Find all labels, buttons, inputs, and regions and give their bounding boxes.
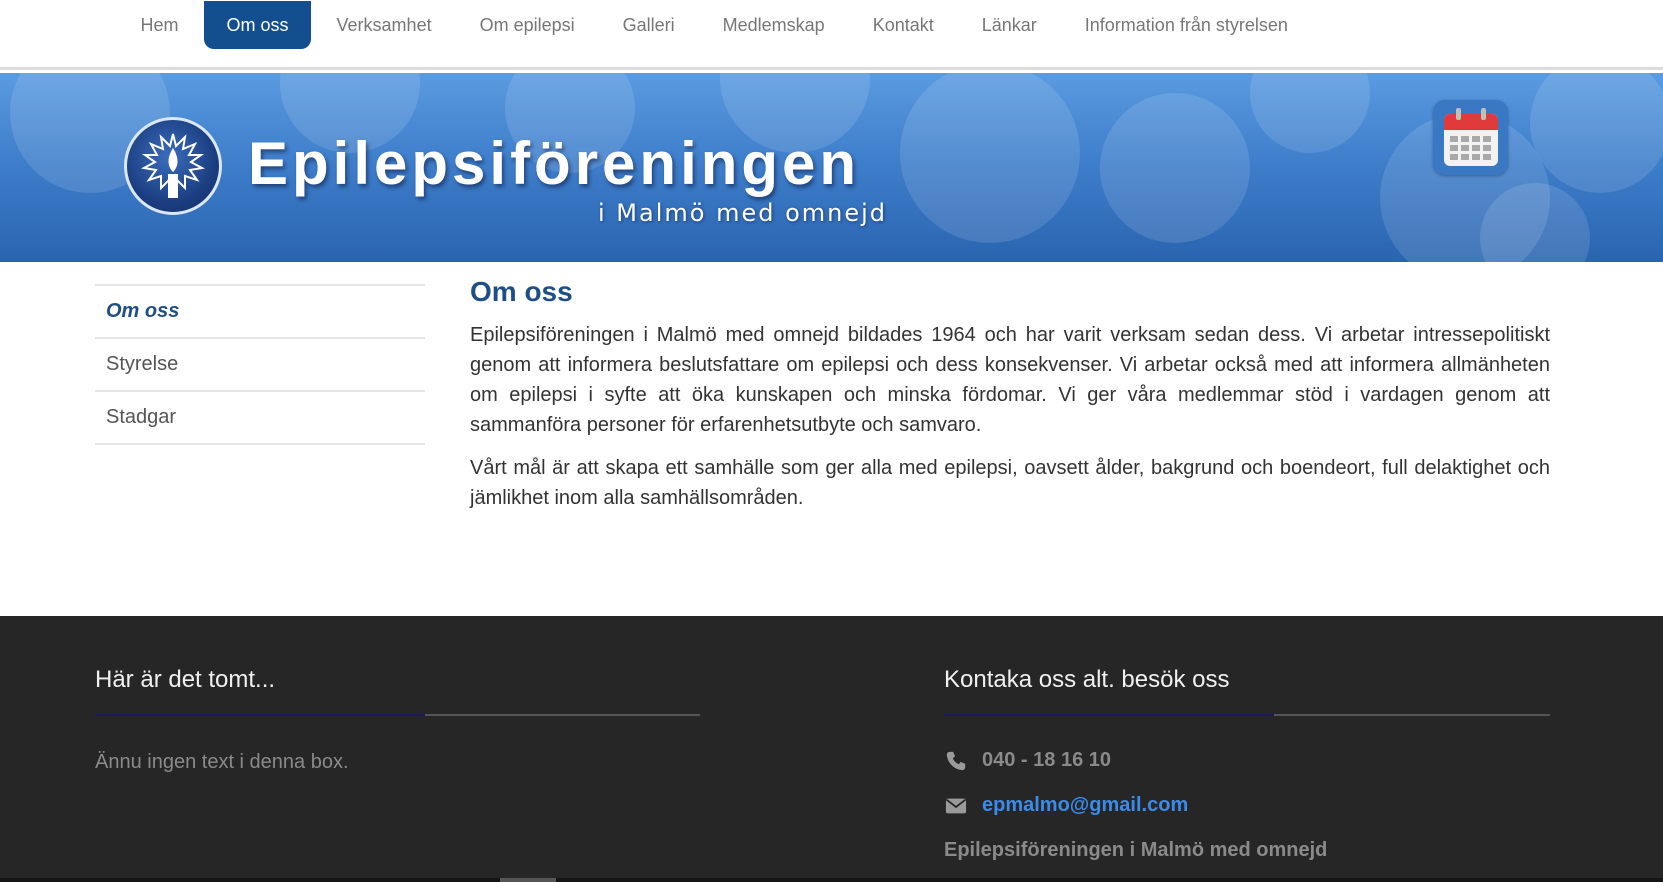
top-navigation: Hem Om oss Verksamhet Om epilepsi Galler… (0, 0, 1663, 70)
envelope-icon (945, 798, 967, 813)
nav-item-medlemskap[interactable]: Medlemskap (700, 1, 847, 49)
goal-paragraph: Vårt mål är att skapa ett samhälle som g… (470, 457, 1550, 509)
footer-empty-text: Ännu ingen text i denna box. (95, 751, 349, 773)
sidebar: Om oss Styrelse Stadgar (95, 284, 425, 445)
calendar-icon (1444, 108, 1498, 166)
organization-name: Epilepsiföreningen i Malmö med omnejd (944, 839, 1328, 861)
page-title: Om oss (470, 276, 573, 307)
main-content: Om oss Epilepsiföreningen i Malmö med om… (470, 276, 1550, 526)
intro-paragraph: Epilepsiföreningen i Malmö med omnejd bi… (470, 324, 1550, 436)
footer-contact-heading: Kontaka oss alt. besök oss (944, 666, 1230, 693)
sidebar-list: Om oss Styrelse Stadgar (95, 284, 425, 445)
footer: Här är det tomt... Ännu ingen text i den… (0, 616, 1663, 882)
bokeh-decoration (1100, 93, 1250, 243)
calendar-button[interactable] (1433, 100, 1508, 175)
bokeh-decoration (1250, 73, 1370, 153)
header-banner: Epilepsiföreningen i Malmö med omnejd (0, 73, 1663, 262)
nav-list: Hem Om oss Verksamhet Om epilepsi Galler… (118, 1, 1313, 49)
contact-email: epmalmo@gmail.com (944, 783, 1550, 828)
footer-contact-column: Kontaka oss alt. besök oss 040 - 18 16 1… (944, 666, 1550, 873)
footer-divider (944, 714, 1550, 716)
candle-emblem-icon[interactable] (124, 117, 222, 215)
sidebar-item-om-oss[interactable]: Om oss (95, 286, 425, 339)
site-title: Epilepsiföreningen (248, 130, 861, 197)
footer-left-heading: Här är det tomt... (95, 666, 276, 693)
nav-item-om-epilepsi[interactable]: Om epilepsi (457, 1, 597, 49)
nav-item-galleri[interactable]: Galleri (600, 1, 697, 49)
nav-item-information-fran-styrelsen[interactable]: Information från styrelsen (1062, 1, 1310, 49)
nav-item-om-oss[interactable]: Om oss (204, 1, 312, 49)
site-subtitle: i Malmö med omnejd (598, 199, 888, 227)
sidebar-item-stadgar[interactable]: Stadgar (95, 392, 425, 445)
nav-item-verksamhet[interactable]: Verksamhet (314, 1, 454, 49)
footer-divider (95, 714, 700, 716)
email-link[interactable]: epmalmo@gmail.com (982, 794, 1188, 817)
phone-number: 040 - 18 16 10 (982, 749, 1111, 771)
bokeh-decoration (1530, 73, 1663, 193)
phone-icon (946, 751, 966, 770)
nav-item-hem[interactable]: Hem (118, 1, 201, 49)
contact-phone: 040 - 18 16 10 (944, 738, 1550, 783)
bottom-scrollbar (0, 878, 1663, 882)
sidebar-item-styrelse[interactable]: Styrelse (95, 339, 425, 392)
nav-item-kontakt[interactable]: Kontakt (850, 1, 956, 49)
footer-left-column: Här är det tomt... Ännu ingen text i den… (95, 666, 700, 774)
bokeh-decoration (900, 73, 1080, 243)
nav-item-lankar[interactable]: Länkar (959, 1, 1059, 49)
